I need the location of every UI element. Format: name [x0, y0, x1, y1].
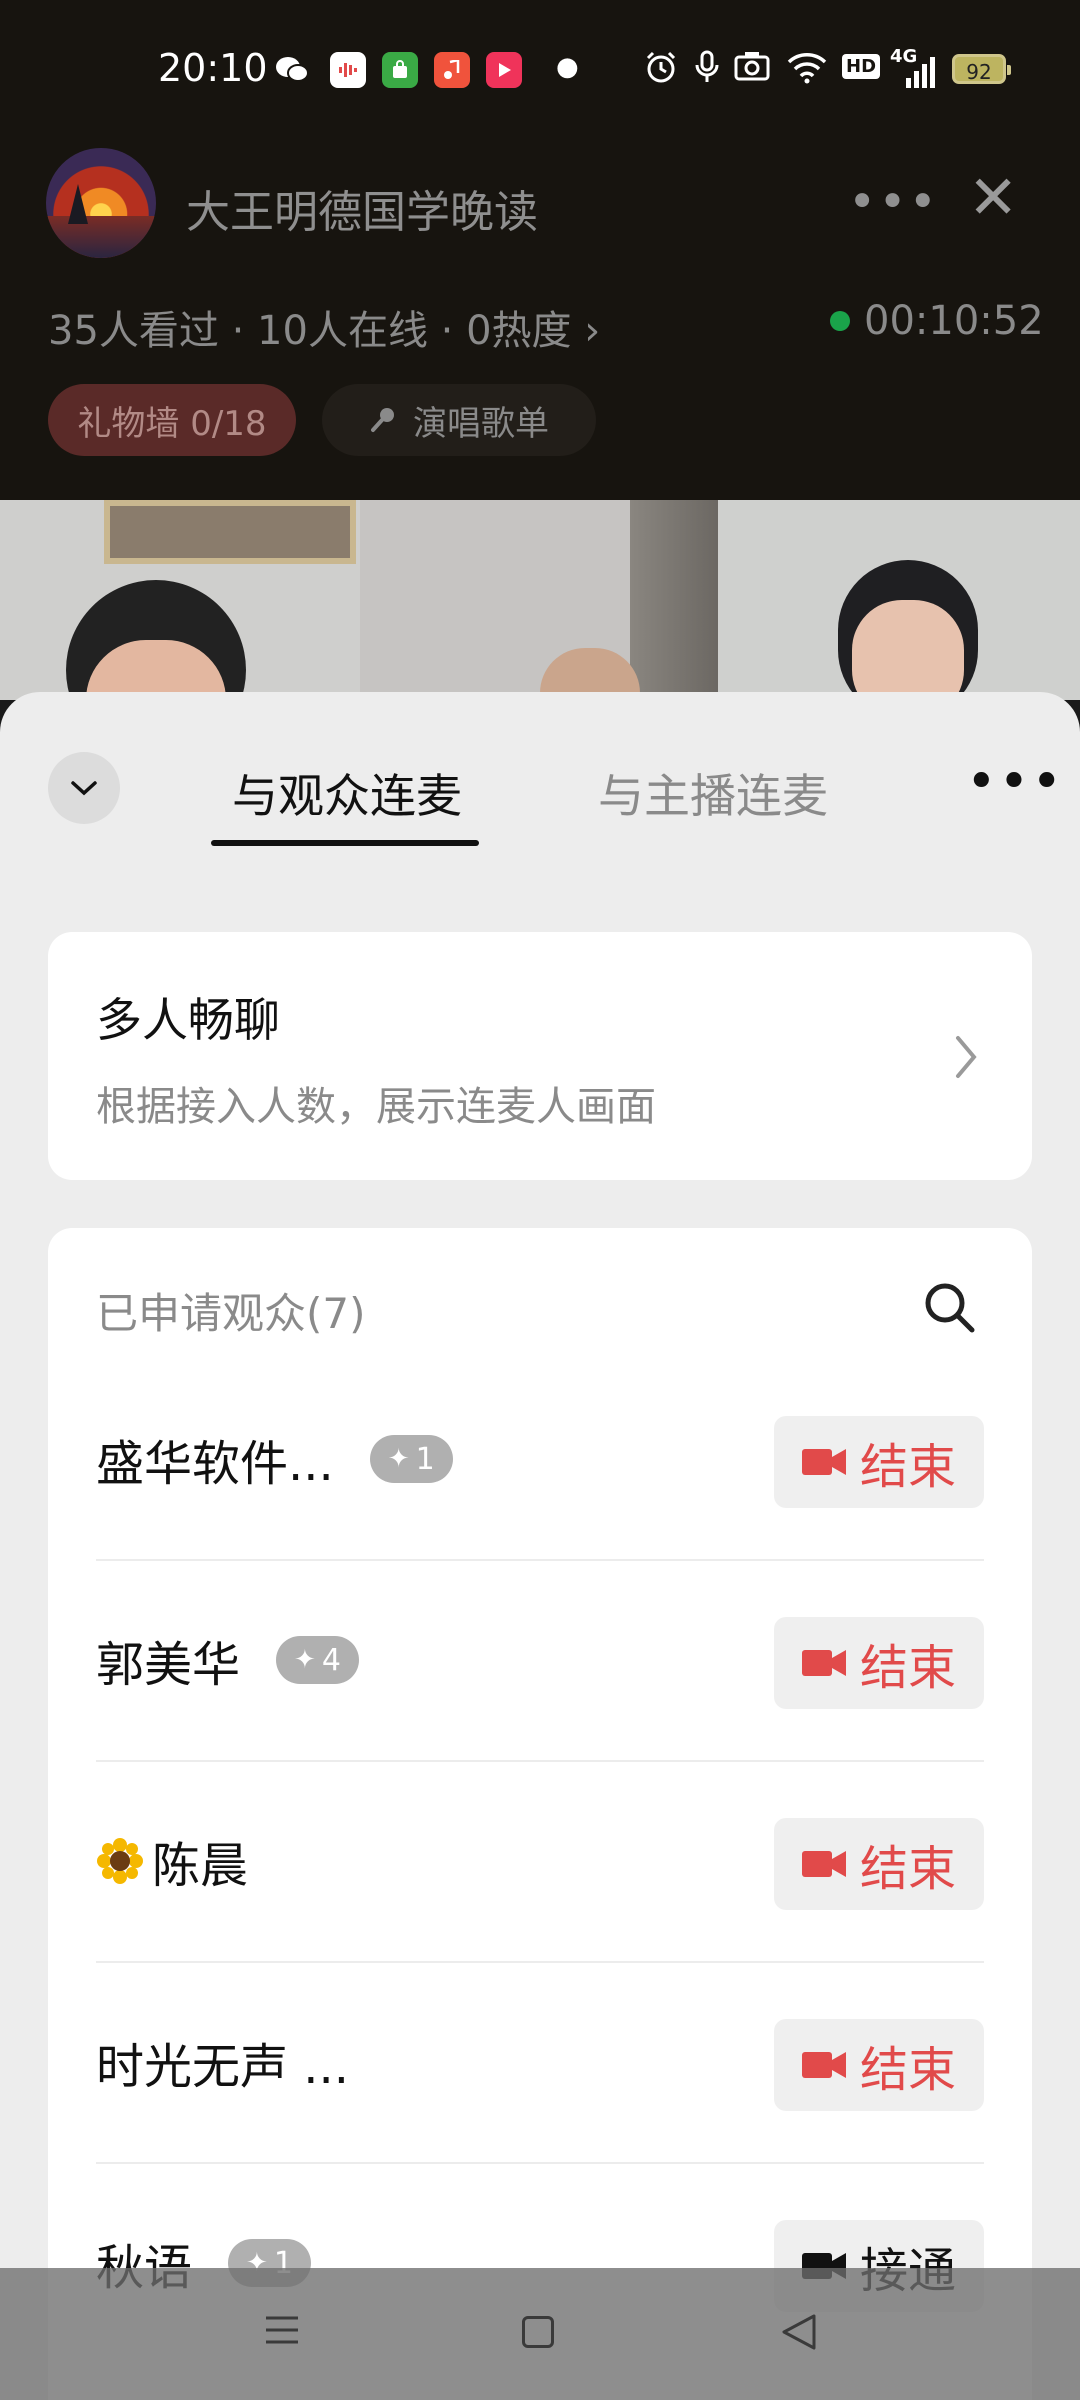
more-options-icon[interactable]: ••• [848, 174, 939, 230]
video-camera-icon [801, 1449, 846, 1475]
applicant-name-wrap: 郭美华 ✦ 4 [96, 1625, 359, 1695]
song-list-button[interactable]: 演唱歌单 [322, 384, 596, 456]
karaoke-mic-icon [371, 408, 394, 432]
battery-icon: 92 [952, 54, 1011, 84]
live-dot-icon [830, 311, 850, 331]
home-icon[interactable] [522, 2316, 554, 2348]
wifi-icon [786, 50, 828, 92]
applicant-name: 陈晨 [152, 1838, 249, 1894]
tab-audience-link[interactable]: 与观众连麦 [232, 760, 462, 826]
system-nav-bar [0, 2268, 1080, 2400]
sheet-more-icon[interactable]: ••• [966, 752, 1064, 812]
applicant-name: 郭美华 [96, 1637, 241, 1693]
live-timer-text: 00:10:52 [864, 298, 1044, 344]
applicant-name-wrap: 陈晨 [96, 1826, 248, 1896]
end-call-button[interactable]: 结束 [774, 1617, 984, 1709]
signal-icon [892, 56, 936, 96]
video-camera-icon [801, 1851, 846, 1877]
gift-wall-button[interactable]: 礼物墙 0/18 [48, 384, 296, 456]
video-camera-icon [801, 2052, 846, 2078]
video-play-icon [486, 52, 522, 88]
search-icon[interactable] [920, 1278, 980, 1338]
applicant-badge: ✦ 4 [276, 1636, 359, 1684]
applicant-badge: ✦ 1 [369, 1435, 453, 1483]
sparkle-icon: ✦ [387, 1444, 410, 1474]
mode-subtitle: 根据接入人数，展示连麦人画面 [96, 1084, 656, 1130]
room-title: 大王明德国学晚读 [186, 187, 538, 238]
song-list-label: 演唱歌单 [413, 403, 549, 444]
status-bar: 20:10 ● HD 4G 92 [0, 40, 1080, 100]
applicant-name: 时光无声 ... [96, 2039, 350, 2095]
music-icon [434, 52, 470, 88]
tab-active-indicator [211, 840, 479, 846]
co-host-video-strip [0, 500, 1080, 700]
end-call-button[interactable]: 结束 [774, 1416, 984, 1508]
video-tile[interactable] [0, 500, 360, 700]
gift-wall-label: 礼物墙 0/18 [77, 403, 267, 444]
end-call-button[interactable]: 结束 [774, 1818, 984, 1910]
end-call-label: 结束 [859, 1841, 956, 1897]
status-time: 20:10 [158, 46, 268, 90]
wechat-icon [274, 52, 310, 88]
hd-icon: HD [842, 54, 881, 79]
co-host-sheet: 与观众连麦 与主播连麦 ••• 多人畅聊 根据接入人数，展示连麦人画面 已申请观… [0, 692, 1080, 2400]
video-tile[interactable] [718, 500, 1080, 700]
chevron-down-icon [71, 781, 97, 796]
room-avatar[interactable] [46, 148, 156, 258]
live-room-header: 20:10 ● HD 4G 92 大王明德国学晚读 ••• ✕ 35人看过 · … [0, 0, 1080, 500]
close-icon[interactable]: ✕ [968, 168, 1018, 228]
applicant-row: 时光无声 ... 结束 [96, 1963, 984, 2164]
alarm-icon [644, 50, 678, 92]
camera-icon [734, 50, 770, 90]
end-call-button[interactable]: 结束 [774, 2019, 984, 2111]
sparkle-icon: ✦ [294, 1645, 316, 1675]
applicant-row: 陈晨 结束 [96, 1762, 984, 1963]
live-timer: 00:10:52 [830, 298, 1044, 344]
back-icon[interactable] [780, 2312, 818, 2352]
applicant-row: 郭美华 ✦ 4 结束 [96, 1561, 984, 1762]
video-camera-icon [801, 1650, 846, 1676]
applicants-header: 已申请观众(7) [96, 1289, 366, 1338]
tab-host-link[interactable]: 与主播连麦 [598, 760, 828, 826]
chevron-right-icon [956, 1036, 977, 1078]
video-tile[interactable] [360, 500, 718, 700]
menu-icon[interactable] [264, 2314, 300, 2346]
end-call-label: 结束 [859, 1439, 956, 1495]
end-call-label: 结束 [859, 2042, 956, 2098]
audio-app-icon [330, 52, 366, 88]
mode-title: 多人畅聊 [96, 993, 280, 1047]
applicant-badge-count: 1 [415, 1441, 435, 1477]
mic-icon [694, 50, 720, 92]
applicant-name-wrap: 时光无声 ... [96, 2027, 349, 2097]
dot-icon: ● [556, 52, 579, 82]
applicant-badge-count: 4 [321, 1642, 341, 1678]
sunflower-icon [97, 1838, 143, 1884]
end-call-label: 结束 [859, 1640, 956, 1696]
applicant-name: 盛华软件... [96, 1436, 334, 1492]
collapse-button[interactable] [48, 752, 120, 824]
shopping-bag-icon [382, 52, 418, 88]
room-stats[interactable]: 35人看过 · 10人在线 · 0热度 › [48, 298, 600, 356]
applicant-row: 盛华软件... ✦ 1 结束 [96, 1360, 984, 1561]
multi-chat-mode-card[interactable]: 多人畅聊 根据接入人数，展示连麦人画面 [48, 932, 1032, 1180]
applicants-card: 已申请观众(7) 盛华软件... ✦ 1 结束 郭美华 ✦ 4 结束 陈晨 结束… [48, 1228, 1032, 2400]
applicant-name-wrap: 盛华软件... ✦ 1 [96, 1424, 453, 1494]
